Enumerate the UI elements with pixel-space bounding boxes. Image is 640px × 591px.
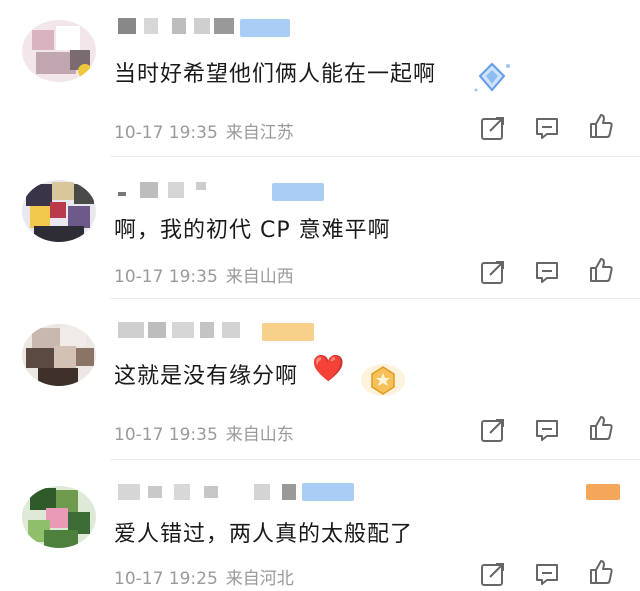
comment-time: 10-17 19:35 [114,267,218,287]
comment-item: 当时好希望他们俩人能在一起啊 10-17 19:35 来自江苏 [0,0,640,150]
comment-icon[interactable] [534,259,560,285]
comment-location: 来自山西 [225,267,294,287]
sparkle-emoji-icon [472,60,512,100]
like-icon[interactable] [588,559,614,585]
divider [110,298,640,299]
comment-time: 10-17 19:35 [114,123,218,143]
like-icon[interactable] [588,257,614,283]
comment-text: 这就是没有缘分啊 [114,364,299,389]
comment-meta: 10-17 19:35 来自山东 [114,420,302,445]
comment-text: 爱人错过，两人真的太般配了 [114,522,414,547]
corner-tag [586,484,620,500]
avatar[interactable] [22,180,96,242]
comment-time: 10-17 19:35 [114,425,218,445]
comment-location: 来自河北 [225,569,294,589]
divider [110,459,640,460]
avatar[interactable] [22,486,96,548]
user-badge [240,19,290,37]
like-icon[interactable] [588,113,614,139]
comment-location: 来自江苏 [225,123,294,143]
user-badge [302,483,354,501]
heart-emoji-icon: ❤️ [312,354,345,384]
comment-location: 来自山东 [225,425,294,445]
comment-meta: 10-17 19:25 来自河北 [114,564,302,589]
comment-item: 啊，我的初代 CP 意难平啊 10-17 19:35 来自山西 [0,160,640,300]
comment-text: 啊，我的初代 CP 意难平啊 [114,218,391,243]
like-icon[interactable] [588,415,614,441]
comment-meta: 10-17 19:35 来自山西 [114,262,302,287]
star-emoji-icon [360,362,406,402]
comment-icon[interactable] [534,115,560,141]
comment-icon[interactable] [534,417,560,443]
avatar[interactable] [22,324,96,386]
share-icon[interactable] [480,115,506,141]
user-badge [262,323,314,341]
comment-meta: 10-17 19:35 来自江苏 [114,118,302,143]
comment-icon[interactable] [534,561,560,587]
comment-item: 爱人错过，两人真的太般配了 10-17 19:25 来自河北 [0,462,640,591]
avatar[interactable] [22,20,96,82]
user-badge [272,183,324,201]
comment-text: 当时好希望他们俩人能在一起啊 [114,62,437,87]
comment-time: 10-17 19:25 [114,569,218,589]
share-icon[interactable] [480,417,506,443]
share-icon[interactable] [480,561,506,587]
share-icon[interactable] [480,259,506,285]
divider [110,156,640,157]
comment-item: 这就是没有缘分啊 ❤️ 10-17 19:35 来自山东 [0,300,640,460]
username[interactable] [114,484,314,506]
